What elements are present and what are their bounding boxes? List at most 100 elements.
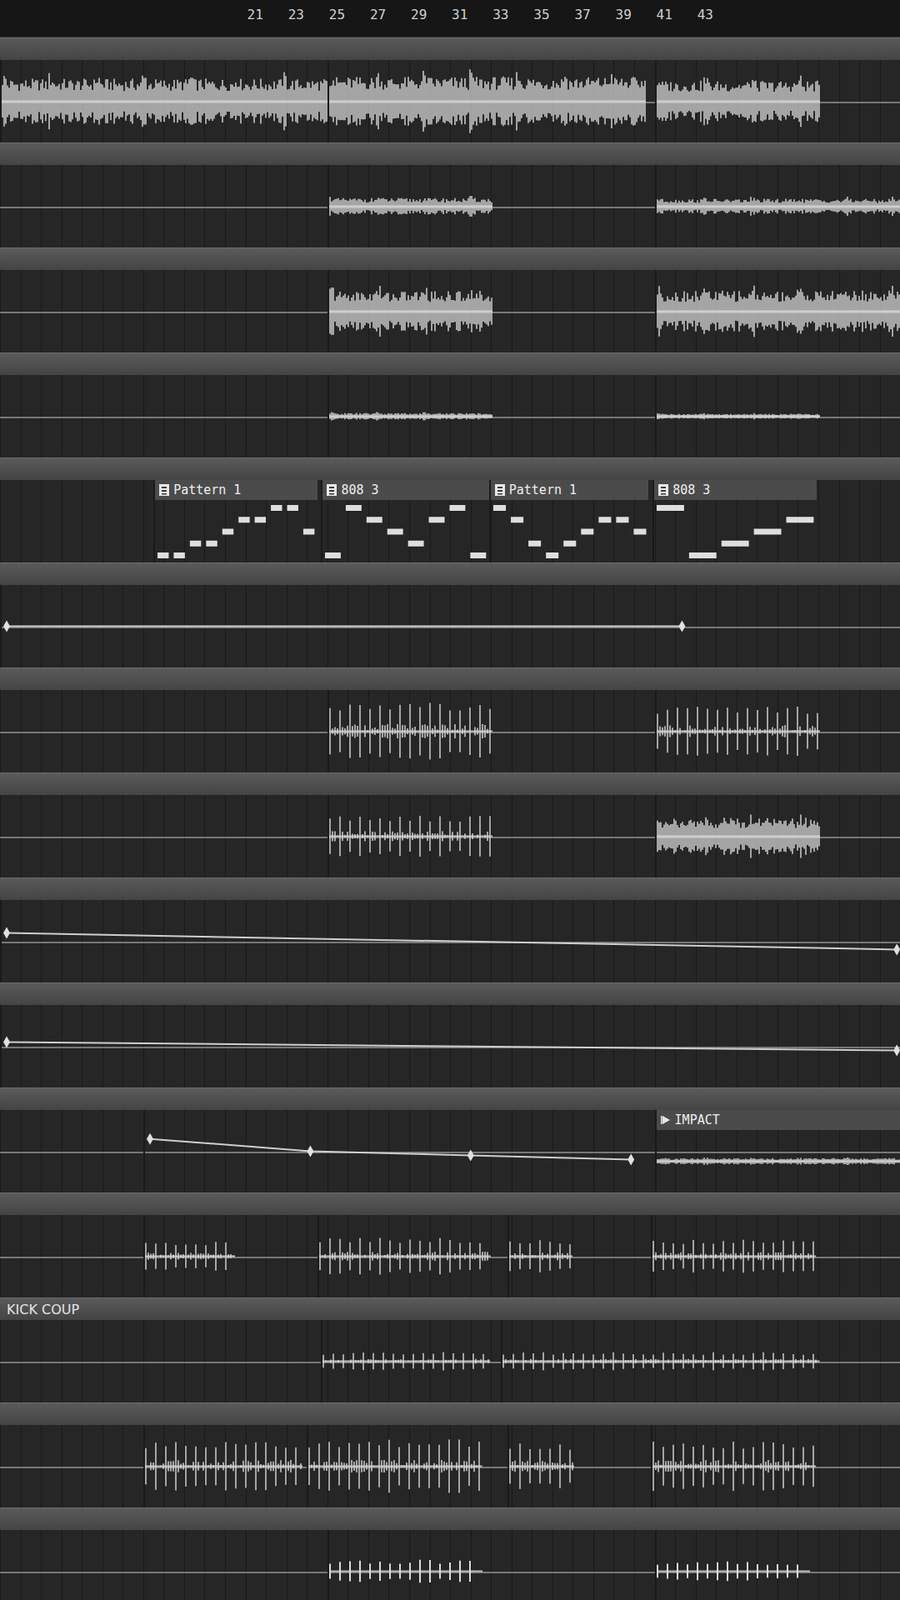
track-lane[interactable] [0, 1425, 900, 1508]
clip-body [655, 270, 900, 353]
clip-label: 808 3 [672, 482, 710, 498]
track-lane[interactable]: IMPACT [0, 1110, 900, 1193]
track [0, 142, 900, 248]
track-header[interactable] [0, 667, 900, 690]
pattern-icon [159, 484, 170, 496]
track-header[interactable] [0, 982, 900, 1005]
track-lane[interactable] [0, 795, 900, 878]
pattern-clip[interactable]: 808 3 [320, 480, 489, 563]
audio-clip[interactable]: IMPACT [655, 1110, 900, 1193]
audio-clip[interactable] [655, 1530, 809, 1600]
automation-curve[interactable] [1, 585, 687, 668]
track-lane[interactable] [0, 1530, 900, 1600]
audio-clip[interactable] [655, 795, 819, 878]
audio-clip[interactable] [306, 1425, 481, 1508]
waveform [329, 165, 493, 248]
track-lane[interactable] [0, 690, 900, 773]
pattern-clip[interactable]: 808 3 [652, 480, 816, 563]
audio-clip[interactable] [327, 1530, 481, 1600]
automation-curve[interactable] [145, 1110, 636, 1193]
audio-clip[interactable] [327, 375, 491, 458]
automation-clip[interactable] [0, 900, 900, 983]
track-header[interactable] [0, 1192, 900, 1215]
track-header[interactable] [0, 772, 900, 795]
pattern-clip[interactable]: Pattern 1 [153, 480, 317, 563]
clip-body [655, 1530, 809, 1600]
audio-clip[interactable] [507, 1215, 571, 1298]
automation-curve[interactable] [1, 1005, 900, 1088]
track-lane[interactable] [0, 375, 900, 458]
audio-clip[interactable] [327, 270, 491, 353]
clip-header[interactable]: IMPACT [655, 1110, 900, 1130]
track-header[interactable]: KICK COUP [0, 1297, 900, 1320]
automation-curve[interactable] [1, 900, 900, 983]
audio-clip[interactable] [655, 690, 819, 773]
track-lane[interactable] [0, 900, 900, 983]
pattern-icon [495, 484, 505, 496]
track-header[interactable] [0, 1087, 900, 1110]
track-lane[interactable] [0, 1320, 900, 1403]
clip-header[interactable]: 808 3 [652, 480, 816, 500]
track-lane[interactable] [0, 165, 900, 248]
audio-clip[interactable] [650, 1215, 815, 1298]
clip-header[interactable]: Pattern 1 [153, 480, 317, 500]
audio-clip[interactable] [655, 165, 900, 248]
audio-clip[interactable] [655, 375, 819, 458]
audio-clip[interactable] [0, 60, 328, 143]
audio-clip[interactable] [327, 165, 491, 248]
audio-clip[interactable] [143, 1215, 234, 1298]
audio-clip[interactable] [327, 690, 491, 773]
audio-clip[interactable] [327, 795, 491, 878]
track-lane[interactable]: Pattern 1808 3Pattern 1808 3 [0, 480, 900, 563]
track-lane[interactable] [0, 585, 900, 668]
clip-body [655, 690, 819, 773]
track-lane[interactable] [0, 60, 900, 143]
track-header[interactable] [0, 352, 900, 375]
automation-clip[interactable] [0, 1005, 900, 1088]
audio-clip[interactable] [655, 270, 900, 353]
track-header[interactable] [0, 142, 900, 165]
audio-clip[interactable] [500, 1320, 819, 1403]
track [0, 772, 900, 878]
clip-header[interactable]: 808 3 [320, 480, 489, 500]
automation-clip[interactable] [143, 1110, 635, 1193]
track-header[interactable] [0, 247, 900, 270]
clip-body [320, 500, 489, 563]
automation-point [893, 1044, 900, 1056]
waveform [329, 1530, 483, 1600]
waveform [308, 1425, 483, 1508]
track-header[interactable] [0, 1402, 900, 1425]
track-header[interactable] [0, 457, 900, 480]
track [0, 982, 900, 1088]
clip-body [143, 1110, 635, 1193]
track-lane[interactable] [0, 1215, 900, 1298]
clip-body [0, 900, 900, 983]
audio-clip-icon [660, 1115, 671, 1125]
audio-clip[interactable] [143, 1425, 301, 1508]
timeline-ruler[interactable]: 212325272931333537394143 [0, 0, 900, 38]
clip-body [650, 1215, 815, 1298]
track-header[interactable] [0, 1507, 900, 1530]
audio-clip[interactable] [327, 60, 645, 143]
audio-clip[interactable] [655, 60, 819, 143]
audio-clip[interactable] [507, 1425, 574, 1508]
track-header[interactable] [0, 562, 900, 585]
track: Pattern 1808 3Pattern 1808 3 [0, 457, 900, 563]
audio-clip[interactable] [650, 1425, 815, 1508]
note-roll [322, 500, 489, 563]
automation-point [306, 1145, 314, 1158]
clip-body [143, 1215, 234, 1298]
audio-clip[interactable] [320, 1320, 489, 1403]
bar-number: 43 [697, 6, 714, 23]
track-lane[interactable] [0, 270, 900, 353]
track-header[interactable] [0, 877, 900, 900]
audio-clip[interactable] [317, 1215, 490, 1298]
automation-clip[interactable] [0, 585, 685, 668]
playlist: 212325272931333537394143Pattern 1808 3Pa… [0, 0, 900, 1600]
clip-header[interactable]: Pattern 1 [489, 480, 649, 500]
pattern-clip[interactable]: Pattern 1 [489, 480, 649, 563]
track-lane[interactable] [0, 1005, 900, 1088]
track [0, 877, 900, 983]
track-header[interactable] [0, 37, 900, 60]
waveform [329, 690, 493, 773]
